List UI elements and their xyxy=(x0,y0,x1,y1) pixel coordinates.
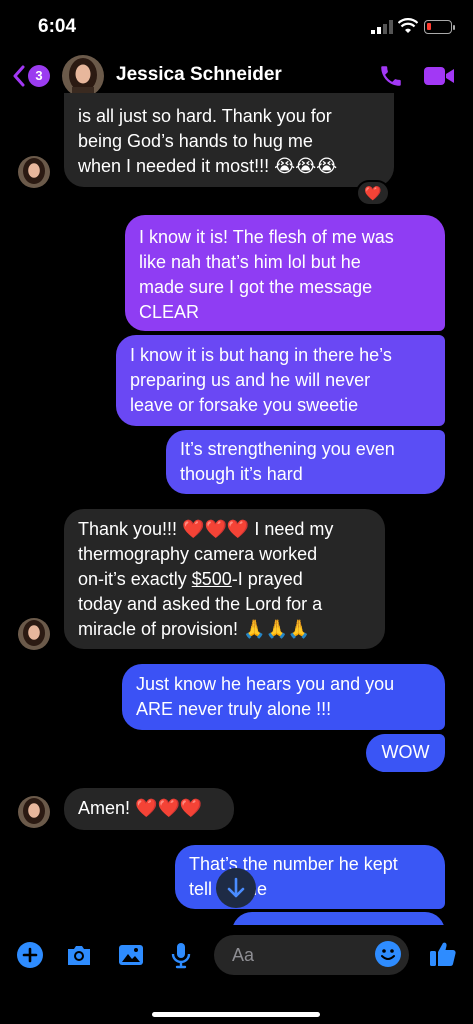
composer-bar: Aa xyxy=(0,925,473,1024)
outgoing-message[interactable]: WOW xyxy=(366,734,445,772)
message-line: leave or forsake you sweetie xyxy=(130,395,359,415)
avatar[interactable] xyxy=(18,156,50,188)
avatar[interactable] xyxy=(18,618,50,650)
microphone-icon[interactable] xyxy=(167,941,195,969)
heart-emoji: ❤️❤️❤️ xyxy=(135,798,203,818)
message-line: miracle of provision! 🙏🙏🙏 xyxy=(78,619,311,639)
outgoing-message[interactable]: It’s strengthening you even though it’s … xyxy=(166,430,445,494)
message-text: Thank you!!! xyxy=(78,519,178,539)
arrow-down-icon xyxy=(227,877,245,898)
message-line: made sure I got the message xyxy=(139,277,373,297)
message-line: today and asked the Lord for a xyxy=(78,594,323,614)
incoming-message[interactable]: Thank you!!! ❤️❤️❤️ I need my thermograp… xyxy=(64,509,385,649)
status-bar: 6:04 xyxy=(0,0,473,50)
home-indicator xyxy=(152,1012,320,1017)
message-line: like nah that’s him lol but he xyxy=(139,252,361,272)
message-line: on-it’s exactly $500-I prayed xyxy=(78,567,371,592)
heart-emoji: ❤️❤️❤️ xyxy=(182,519,250,539)
back-button[interactable]: 3 xyxy=(10,61,50,91)
outgoing-message[interactable]: I know it is! The flesh of me was like n… xyxy=(125,215,445,331)
scroll-to-bottom-button[interactable] xyxy=(216,868,256,908)
message-text: Amen! xyxy=(78,798,131,818)
chevron-left-icon xyxy=(13,65,25,87)
heart-reaction[interactable]: ❤️ xyxy=(356,180,390,206)
message-text: -I prayed xyxy=(231,569,303,589)
cellular-signal-icon xyxy=(371,20,393,34)
unread-badge: 3 xyxy=(28,65,50,87)
message-line: being God’s hands to hug me xyxy=(78,131,313,151)
amount-link[interactable]: $500 xyxy=(192,569,232,589)
video-icon[interactable] xyxy=(423,64,455,88)
message-line: Thank you!!! ❤️❤️❤️ I need my xyxy=(78,517,371,542)
message-text: WOW xyxy=(381,742,430,762)
avatar[interactable] xyxy=(62,55,104,97)
message-text: on-it’s exactly xyxy=(78,569,192,589)
message-line: I know it is! The flesh of me was xyxy=(139,227,394,247)
message-line: is all just so hard. Thank you for xyxy=(78,106,332,126)
image-icon[interactable] xyxy=(117,941,145,969)
message-text: tell xyxy=(189,879,213,899)
heart-icon: ❤️ xyxy=(364,185,382,201)
message-line: It’s strengthening you even xyxy=(180,439,395,459)
message-line: when I needed it most!!! 😭😭😭 xyxy=(78,156,338,176)
message-line: Just know he hears you and you xyxy=(136,674,395,694)
camera-icon[interactable] xyxy=(65,941,93,969)
incoming-message[interactable]: Amen! ❤️❤️❤️ xyxy=(64,788,234,830)
message-line: preparing us and he will never xyxy=(130,370,371,390)
phone-icon[interactable] xyxy=(378,63,404,89)
message-input-placeholder: Aa xyxy=(232,945,255,965)
message-text: I need my xyxy=(254,519,334,539)
incoming-message[interactable]: is all just so hard. Thank you for being… xyxy=(64,93,394,187)
message-line: though it’s hard xyxy=(180,464,303,484)
outgoing-message[interactable]: I know it is but hang in there he’s prep… xyxy=(116,335,445,426)
avatar[interactable] xyxy=(18,796,50,828)
message-line: thermography camera worked xyxy=(78,544,318,564)
message-line: ARE never truly alone !!! xyxy=(136,699,332,719)
contact-name[interactable]: Jessica Schneider xyxy=(116,64,282,86)
emoji-icon[interactable] xyxy=(374,940,402,968)
message-line: I know it is but hang in there he’s xyxy=(130,345,392,365)
battery-icon xyxy=(424,20,455,34)
outgoing-message[interactable]: Just know he hears you and you ARE never… xyxy=(122,664,445,730)
wifi-icon xyxy=(398,18,418,33)
status-time: 6:04 xyxy=(38,16,77,37)
plus-circle-icon[interactable] xyxy=(16,941,44,969)
message-line: CLEAR xyxy=(139,302,200,322)
thumbs-up-icon[interactable] xyxy=(428,939,458,969)
